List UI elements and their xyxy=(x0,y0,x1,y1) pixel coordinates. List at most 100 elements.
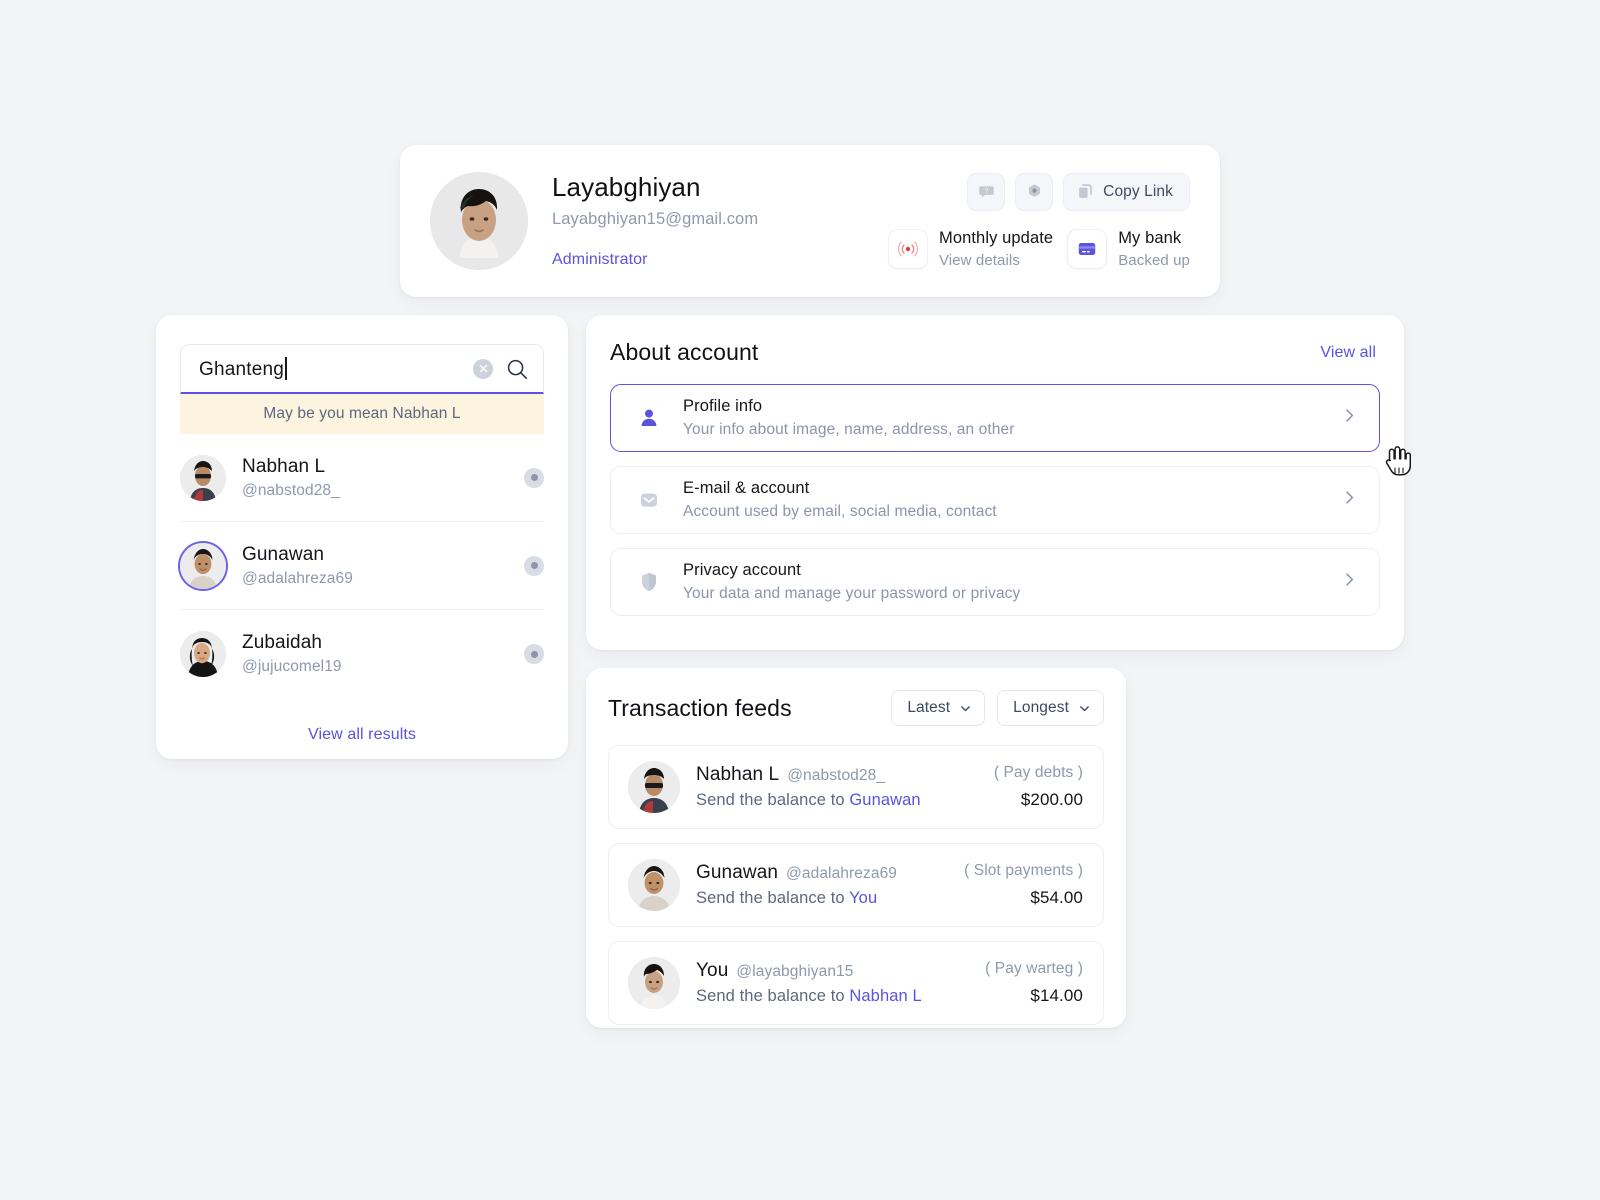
view-all-link[interactable]: View all xyxy=(1320,344,1376,362)
bank-icon-box xyxy=(1067,228,1108,269)
monthly-update-feature[interactable]: Monthly update View details xyxy=(887,229,1053,270)
option-privacy-account[interactable]: Privacy account Your data and manage you… xyxy=(610,548,1380,616)
option-text: Profile info Your info about image, name… xyxy=(683,397,1014,439)
option-icon xyxy=(633,488,665,512)
transaction-text: Nabhan L @nabstod28_ Send the balance to… xyxy=(696,764,980,810)
about-account-card: About account View all Profile info Your… xyxy=(586,315,1404,650)
transaction-desc-prefix: Send the balance to xyxy=(696,791,850,809)
result-handle: @adalahreza69 xyxy=(242,569,353,587)
filter-longest-dropdown[interactable]: Longest xyxy=(997,690,1104,726)
close-x-icon xyxy=(479,364,487,373)
avatar-you-icon xyxy=(628,957,680,1009)
transaction-desc-target[interactable]: You xyxy=(849,889,877,907)
list-item-text: Nabhan L @nabstod28_ xyxy=(242,456,340,500)
option-icon xyxy=(633,570,665,594)
text-caret xyxy=(285,356,287,380)
result-action-button[interactable] xyxy=(524,644,544,664)
result-action-button[interactable] xyxy=(524,555,544,576)
transaction-meta: ( Pay debts ) $200.00 xyxy=(980,764,1083,810)
transaction-desc-prefix: Send the balance to xyxy=(696,987,850,1005)
avatar xyxy=(628,761,680,813)
list-item-text: Gunawan @adalahreza69 xyxy=(242,544,353,588)
transaction-desc-target[interactable]: Nabhan L xyxy=(849,987,921,1005)
search-suggestion-bar[interactable]: May be you mean Nabhan L xyxy=(180,394,544,434)
list-item[interactable]: Nabhan L @nabstod28_ xyxy=(180,434,544,522)
filter-longest-label: Longest xyxy=(1013,699,1069,716)
option-title: Profile info xyxy=(683,397,763,415)
chevron-right-icon xyxy=(1346,491,1354,504)
clear-search-button[interactable] xyxy=(473,358,493,379)
option-icon xyxy=(633,406,665,430)
transaction-feeds-header: Transaction feeds Latest Longest xyxy=(586,668,1126,726)
mouse-cursor xyxy=(1381,444,1412,480)
option-subtitle: Account used by email, social media, con… xyxy=(683,503,997,520)
transaction-category: ( Pay debts ) xyxy=(993,764,1083,781)
transaction-category: ( Pay warteg ) xyxy=(985,960,1083,977)
my-bank-feature[interactable]: My bank Backed up xyxy=(1067,228,1190,270)
transaction-desc-prefix: Send the balance to xyxy=(696,889,850,907)
credit-card-icon xyxy=(1078,243,1096,255)
about-account-header: About account View all xyxy=(586,315,1404,366)
avatar xyxy=(628,859,680,911)
about-account-options: Profile info Your info about image, name… xyxy=(586,366,1404,616)
option-chevron-button[interactable] xyxy=(1340,570,1359,594)
option-title: E-mail & account xyxy=(683,479,810,497)
transaction-sender-handle: @nabstod28_ xyxy=(787,767,886,784)
transaction-text: You @layabghiyan15 Send the balance to N… xyxy=(696,960,971,1006)
option-chevron-button[interactable] xyxy=(1340,488,1359,512)
copy-link-button[interactable]: Copy Link xyxy=(1063,172,1190,211)
dot-circle-icon xyxy=(530,562,538,569)
transaction-sender-name: Gunawan xyxy=(696,862,779,883)
list-item[interactable]: Gunawan @adalahreza69 xyxy=(180,522,544,610)
avatar xyxy=(180,542,226,589)
monthly-update-text: Monthly update View details xyxy=(939,229,1053,270)
feature-subtitle: Backed up xyxy=(1118,252,1190,270)
transaction-description: Send the balance to You xyxy=(696,889,950,908)
transaction-sender-name: Nabhan L xyxy=(696,764,780,785)
filter-latest-dropdown[interactable]: Latest xyxy=(891,690,986,726)
option-profile-info[interactable]: Profile info Your info about image, name… xyxy=(610,384,1380,452)
option-email-account[interactable]: E-mail & account Account used by email, … xyxy=(610,466,1380,534)
question-bubble-icon: ? xyxy=(978,186,994,198)
settings-button[interactable] xyxy=(1015,172,1054,211)
transaction-category: ( Slot payments ) xyxy=(964,862,1083,879)
transaction-sender-name: You xyxy=(696,960,729,981)
search-panel-card: Ghanteng May be you mean Nabhan L Nabhan… xyxy=(156,315,568,759)
option-chevron-button[interactable] xyxy=(1340,406,1359,430)
help-button[interactable]: ? xyxy=(967,172,1006,211)
profile-role-link[interactable]: Administrator xyxy=(552,251,758,269)
result-handle: @nabstod28_ xyxy=(242,481,340,499)
pointing-hand-cursor-icon xyxy=(1385,446,1412,476)
table-row[interactable]: Nabhan L @nabstod28_ Send the balance to… xyxy=(608,745,1104,829)
transaction-description: Send the balance to Nabhan L xyxy=(696,987,971,1006)
transaction-amount: $54.00 xyxy=(1030,888,1083,907)
table-row[interactable]: Gunawan @adalahreza69 Send the balance t… xyxy=(608,843,1104,927)
feature-subtitle[interactable]: View details xyxy=(939,252,1053,269)
search-submit-button[interactable] xyxy=(505,357,529,381)
table-row[interactable]: You @layabghiyan15 Send the balance to N… xyxy=(608,941,1104,1025)
avatar-gunawan-icon xyxy=(628,859,680,911)
transaction-meta: ( Slot payments ) $54.00 xyxy=(950,862,1083,908)
dot-circle-icon xyxy=(530,474,538,481)
chevron-right-icon xyxy=(1346,409,1354,422)
chevron-down-icon xyxy=(961,705,971,711)
option-text: Privacy account Your data and manage you… xyxy=(683,561,1020,603)
list-item[interactable]: Zubaidah @jujucomel19 xyxy=(180,610,544,698)
svg-text:?: ? xyxy=(984,188,988,195)
option-title: Privacy account xyxy=(683,561,801,579)
option-subtitle: Your info about image, name, address, an… xyxy=(683,421,1015,438)
avatar-zubaidah-icon xyxy=(180,631,226,677)
envelope-icon xyxy=(641,493,657,507)
transaction-feeds-title: Transaction feeds xyxy=(608,694,792,721)
transaction-list: Nabhan L @nabstod28_ Send the balance to… xyxy=(586,726,1126,1025)
transaction-desc-target[interactable]: Gunawan xyxy=(849,791,920,809)
result-action-button[interactable] xyxy=(524,467,544,488)
avatar[interactable] xyxy=(430,172,528,270)
transaction-amount: $200.00 xyxy=(1020,790,1083,809)
search-input[interactable]: Ghanteng xyxy=(180,344,544,394)
option-subtitle: Your data and manage your password or pr… xyxy=(683,585,1021,602)
copy-link-label: Copy Link xyxy=(1103,182,1173,200)
profile-actions: ? Copy Link Monthly update View details … xyxy=(887,172,1190,270)
view-all-results-link[interactable]: View all results xyxy=(156,726,568,744)
profile-avatar-photo xyxy=(430,172,528,270)
